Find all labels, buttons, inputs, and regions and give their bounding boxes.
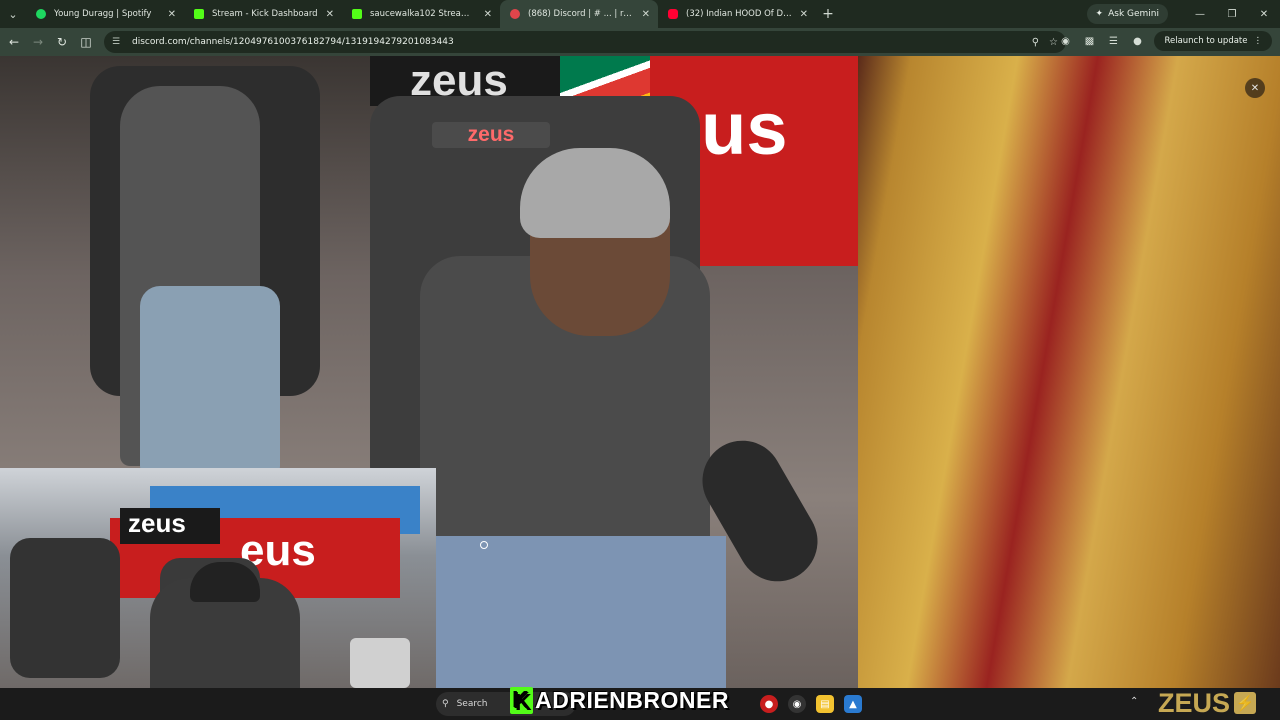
new-tab-button[interactable]: + bbox=[816, 0, 840, 28]
zoom-icon[interactable]: ⚲ bbox=[1032, 37, 1039, 48]
relaunch-label: Relaunch to update bbox=[1164, 36, 1248, 46]
forward-icon[interactable]: → bbox=[26, 30, 50, 54]
mouse-cursor-icon bbox=[480, 541, 488, 549]
youtube-favicon-icon bbox=[668, 9, 678, 19]
windows-taskbar: ⚲ Search K ADRIENBRONER ● ◉ ▤ ▲ ⌃ bbox=[0, 686, 1280, 720]
tab-kick-dashboard[interactable]: Stream - Kick Dashboard ✕ bbox=[184, 0, 342, 28]
tab-discord[interactable]: (868) Discord | # ... | reactions ✕ bbox=[500, 0, 658, 28]
cam-dark-banner: zeus bbox=[120, 508, 220, 544]
window-controls: — ❐ ✕ bbox=[1184, 0, 1280, 28]
app-blue-icon[interactable]: ▲ bbox=[844, 695, 862, 713]
tab-search-chevron-icon[interactable]: ⌄ bbox=[0, 0, 26, 28]
ask-gemini-label: Ask Gemini bbox=[1108, 9, 1159, 19]
url-text: discord.com/channels/1204976100376182794… bbox=[132, 37, 454, 47]
golden-robe-image bbox=[858, 56, 1280, 688]
back-icon[interactable]: ← bbox=[2, 30, 26, 54]
discord-favicon-icon bbox=[510, 9, 520, 19]
obs-icon[interactable]: ◉ bbox=[788, 695, 806, 713]
gemini-sparkle-icon: ✦ bbox=[1095, 9, 1104, 19]
tab-title: (32) Indian HOOD Of Durban, S bbox=[686, 9, 794, 19]
chair-zeus-logo: zeus bbox=[432, 122, 550, 148]
close-tab-icon[interactable]: ✕ bbox=[642, 9, 650, 20]
site-info-icon[interactable]: ☰ bbox=[112, 37, 124, 47]
streamer-name-overlay: K ADRIENBRONER bbox=[510, 686, 729, 714]
profile-icon[interactable]: ● bbox=[1130, 36, 1144, 47]
spotify-favicon-icon bbox=[36, 9, 46, 19]
split-view-icon[interactable]: ◫ bbox=[74, 30, 98, 54]
restore-icon[interactable]: ❐ bbox=[1216, 0, 1248, 28]
reload-icon[interactable]: ↻ bbox=[50, 30, 74, 54]
tab-title: saucewalka102 Stream - Watch bbox=[370, 9, 478, 19]
close-tab-icon[interactable]: ✕ bbox=[326, 9, 334, 20]
webcam-overlay: eus zeus bbox=[0, 468, 436, 688]
search-icon: ⚲ bbox=[442, 699, 449, 709]
man-jeans bbox=[436, 536, 726, 688]
cam-cans bbox=[350, 638, 410, 688]
taskbar-apps: ● ◉ ▤ ▲ bbox=[760, 695, 862, 713]
browser-toolbar: ← → ↻ ◫ ☰ discord.com/channels/120497610… bbox=[0, 28, 1280, 56]
minimize-icon[interactable]: — bbox=[1184, 0, 1216, 28]
tray-chevron-icon[interactable]: ⌃ bbox=[1130, 696, 1138, 707]
bookmark-star-icon[interactable]: ☆ bbox=[1049, 37, 1058, 48]
silver-durag bbox=[520, 148, 670, 238]
close-overlay-icon[interactable]: ✕ bbox=[1245, 78, 1265, 98]
close-tab-icon[interactable]: ✕ bbox=[800, 9, 808, 20]
address-bar[interactable]: ☰ discord.com/channels/12049761003761827… bbox=[104, 31, 1066, 53]
zeus-watermark-text: ZEUS bbox=[1158, 687, 1231, 718]
menu-dots-icon: ⋮ bbox=[1253, 36, 1263, 46]
tab-title: (868) Discord | # ... | reactions bbox=[528, 9, 636, 19]
tab-strip: ⌄ Young Duragg | Spotify ✕ Stream - Kick… bbox=[0, 0, 1280, 28]
close-tab-icon[interactable]: ✕ bbox=[484, 9, 492, 20]
zeus-watermark: ZEUS ⚡ bbox=[1158, 688, 1270, 718]
kick-favicon-icon bbox=[352, 9, 362, 19]
relaunch-button[interactable]: Relaunch to update ⋮ bbox=[1154, 31, 1272, 51]
tab-youtube[interactable]: (32) Indian HOOD Of Durban, S ✕ bbox=[658, 0, 816, 28]
cam-chair-left bbox=[10, 538, 120, 678]
file-explorer-icon[interactable]: ▤ bbox=[816, 695, 834, 713]
extension-badge-icon[interactable]: ◉ bbox=[1058, 36, 1072, 47]
reading-list-icon[interactable]: ☰ bbox=[1106, 36, 1120, 47]
extensions-puzzle-icon[interactable]: ▩ bbox=[1082, 36, 1096, 47]
stream-video[interactable]: zeus eus zeus ✕ eus zeus bbox=[0, 56, 1280, 688]
ripped-jeans bbox=[140, 286, 280, 486]
tab-kick-stream[interactable]: saucewalka102 Stream - Watch ✕ bbox=[342, 0, 500, 28]
kick-favicon-icon bbox=[194, 9, 204, 19]
tab-title: Stream - Kick Dashboard bbox=[212, 9, 318, 19]
streamer-name: ADRIENBRONER bbox=[535, 686, 729, 713]
close-tab-icon[interactable]: ✕ bbox=[168, 9, 176, 20]
kick-k-logo: K bbox=[510, 686, 534, 714]
toolbar-right: ◉ ▩ ☰ ● Relaunch to update ⋮ bbox=[1058, 31, 1272, 51]
lightning-bolt-icon: ⚡ bbox=[1234, 692, 1257, 714]
search-placeholder: Search bbox=[456, 699, 488, 709]
tab-spotify[interactable]: Young Duragg | Spotify ✕ bbox=[26, 0, 184, 28]
ask-gemini-button[interactable]: ✦ Ask Gemini bbox=[1086, 4, 1168, 24]
close-window-icon[interactable]: ✕ bbox=[1248, 0, 1280, 28]
app-red-icon[interactable]: ● bbox=[760, 695, 778, 713]
tab-title: Young Duragg | Spotify bbox=[54, 9, 152, 19]
system-tray: ⌃ bbox=[1130, 696, 1138, 707]
